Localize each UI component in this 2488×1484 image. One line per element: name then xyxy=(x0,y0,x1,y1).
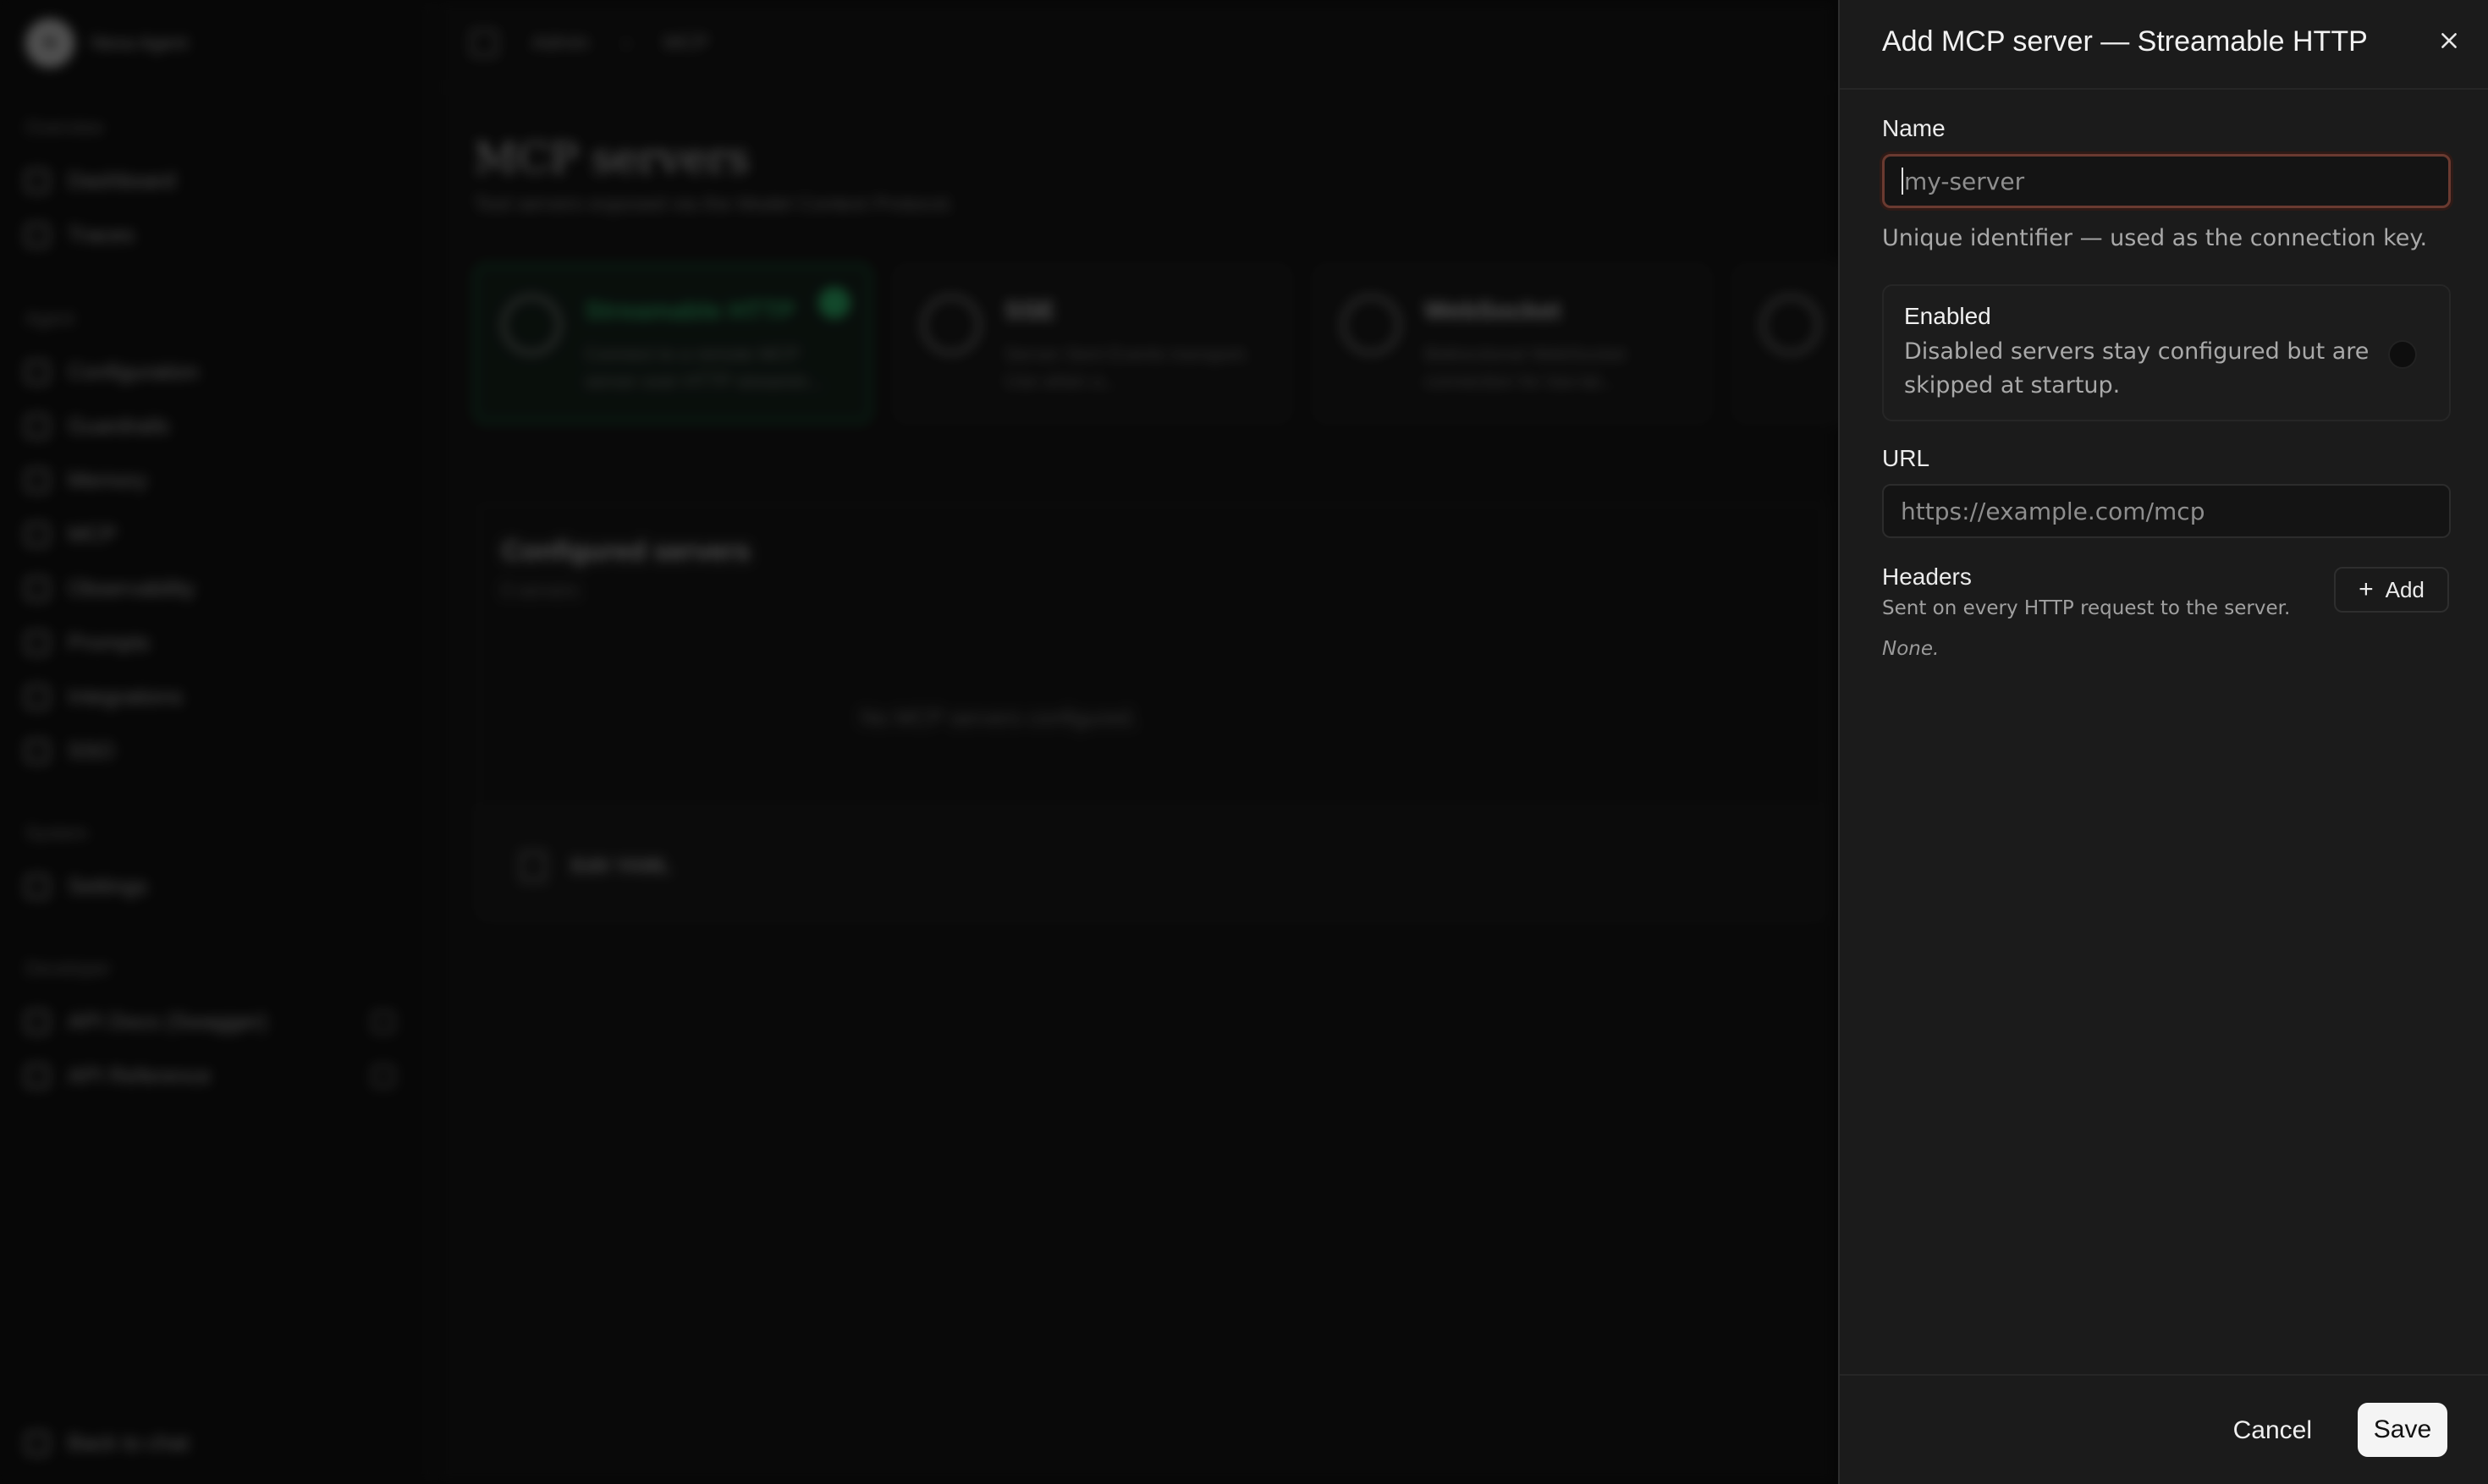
name-help-text: Unique identifier — used as the connecti… xyxy=(1882,225,2428,251)
text-caret xyxy=(1902,168,1903,195)
headers-label: Headers xyxy=(1882,563,1972,590)
add-header-label: Add xyxy=(2385,576,2425,602)
url-input-placeholder: https://example.com/mcp xyxy=(1901,497,2205,525)
enabled-description: Disabled servers stay configured but are… xyxy=(1904,338,2370,398)
cancel-button[interactable]: Cancel xyxy=(2218,1404,2327,1457)
drawer-title: Add MCP server — Streamable HTTP xyxy=(1882,25,2368,58)
url-input[interactable]: https://example.com/mcp xyxy=(1882,484,2451,538)
plus-icon: + xyxy=(2359,575,2374,603)
enabled-toggle[interactable] xyxy=(2388,340,2417,369)
enabled-label: Enabled xyxy=(1904,303,1991,329)
name-input[interactable]: my-server xyxy=(1882,154,2451,208)
url-label: URL xyxy=(1882,445,1930,471)
name-input-placeholder: my-server xyxy=(1904,167,2025,195)
add-header-button[interactable]: + Add xyxy=(2334,567,2449,613)
drawer-header: Add MCP server — Streamable HTTP xyxy=(1840,0,2488,90)
headers-hint: Sent on every HTTP request to the server… xyxy=(1882,597,2291,619)
save-button[interactable]: Save xyxy=(2358,1403,2447,1457)
close-button[interactable] xyxy=(2430,22,2468,59)
modal-backdrop[interactable] xyxy=(0,0,1838,1484)
add-server-drawer: Add MCP server — Streamable HTTP Name my… xyxy=(1838,0,2488,1484)
drawer-footer: Cancel Save xyxy=(1840,1374,2488,1484)
enabled-setting: Enabled Disabled servers stay configured… xyxy=(1882,284,2451,421)
headers-empty: None. xyxy=(1882,638,1940,660)
name-label: Name xyxy=(1882,115,1946,141)
close-icon xyxy=(2441,33,2457,48)
